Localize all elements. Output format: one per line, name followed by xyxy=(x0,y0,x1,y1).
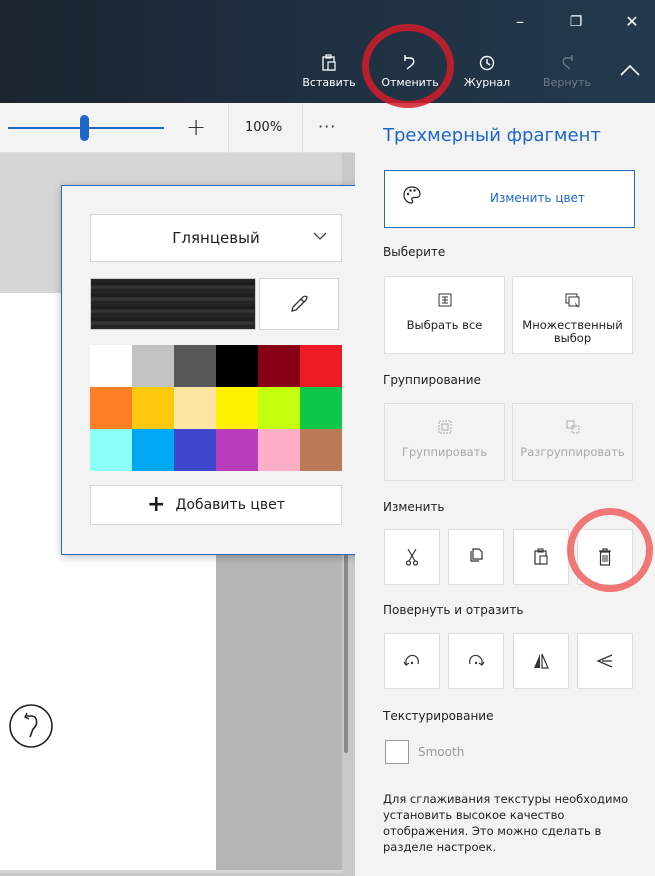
collapse-ribbon-chevron-icon[interactable] xyxy=(619,62,641,78)
color-swatch[interactable] xyxy=(300,345,342,387)
zoom-slider-thumb[interactable] xyxy=(80,115,89,141)
ungroup-button[interactable]: Разгруппировать xyxy=(512,403,633,481)
rotate-right-button[interactable] xyxy=(448,633,504,689)
texture-section-label: Текстурирование xyxy=(383,709,494,723)
eyedropper-button[interactable] xyxy=(259,278,339,330)
multi-select-icon xyxy=(513,293,632,311)
vertical-scrollbar[interactable] xyxy=(344,523,348,753)
edit-color-label: Изменить цвет xyxy=(490,191,585,205)
annotation-circle-undo xyxy=(362,24,454,108)
close-button[interactable]: ✕ xyxy=(612,8,652,36)
rotate-section-label: Повернуть и отразить xyxy=(383,603,524,617)
current-color-swatch xyxy=(90,278,256,330)
restore-button[interactable]: ❐ xyxy=(556,8,596,36)
flip-horizontal-button[interactable] xyxy=(513,633,569,689)
paste-icon xyxy=(300,50,358,76)
color-swatch[interactable] xyxy=(174,345,216,387)
color-swatch[interactable] xyxy=(174,387,216,429)
eyedropper-icon xyxy=(291,295,308,312)
color-palette xyxy=(90,345,342,471)
chevron-down-icon xyxy=(313,232,327,240)
color-swatch[interactable] xyxy=(258,345,300,387)
color-swatch[interactable] xyxy=(300,429,342,471)
select-all-label: Выбрать все xyxy=(406,318,483,332)
edit-color-button[interactable]: Изменить цвет xyxy=(384,170,635,228)
group-button[interactable]: Группировать xyxy=(384,403,505,481)
add-color-button[interactable]: + Добавить цвет xyxy=(90,485,342,525)
color-swatch[interactable] xyxy=(216,345,258,387)
select-all-button[interactable]: Выбрать все xyxy=(384,276,505,354)
panel-title: Трехмерный фрагмент xyxy=(383,125,601,146)
select-all-icon xyxy=(385,293,504,311)
copy-icon xyxy=(470,548,483,562)
palette-icon xyxy=(403,186,421,204)
history-label: Журнал xyxy=(463,76,511,89)
color-swatch[interactable] xyxy=(90,345,132,387)
minimize-button[interactable]: – xyxy=(500,8,540,36)
color-picker-popup: Глянцевый + Добавить цвет xyxy=(61,185,367,555)
divider xyxy=(302,103,303,153)
divider xyxy=(228,103,229,153)
color-swatch[interactable] xyxy=(216,429,258,471)
ungroup-icon xyxy=(513,420,632,438)
3d-selection-panel: Трехмерный фрагмент Изменить цвет Выбери… xyxy=(355,103,655,876)
color-swatch[interactable] xyxy=(300,387,342,429)
rotate-right-icon xyxy=(469,654,485,666)
add-color-label: Добавить цвет xyxy=(175,497,285,513)
color-swatch[interactable] xyxy=(216,387,258,429)
rotate-left-button[interactable] xyxy=(384,633,440,689)
redo-button[interactable]: Вернуть xyxy=(536,50,598,89)
zoom-level[interactable]: 100% xyxy=(245,120,282,135)
redo-icon xyxy=(536,50,598,76)
copy-button[interactable] xyxy=(448,529,504,585)
flip-vertical-button[interactable] xyxy=(577,633,633,689)
texture-note: Для сглаживания текстуры необходимо уста… xyxy=(383,792,629,854)
color-swatch[interactable] xyxy=(90,387,132,429)
color-swatch[interactable] xyxy=(132,345,174,387)
title-bar: – ❐ ✕ Вставить Отменить Журнал Вернуть xyxy=(0,0,655,103)
redo-label: Вернуть xyxy=(543,76,591,89)
cut-button[interactable] xyxy=(384,529,440,585)
color-swatch[interactable] xyxy=(90,429,132,471)
rotate-left-icon xyxy=(403,654,419,666)
multi-select-label: Множественный выбор xyxy=(522,318,623,345)
color-swatch[interactable] xyxy=(258,429,300,471)
more-options-button[interactable]: ··· xyxy=(318,117,336,136)
history-button[interactable]: Журнал xyxy=(458,50,516,89)
group-section-label: Группирование xyxy=(383,373,481,387)
paste-icon xyxy=(534,548,548,565)
color-swatch[interactable] xyxy=(132,387,174,429)
zoom-toolbar: + 100% ··· xyxy=(0,103,355,153)
edit-section-label: Изменить xyxy=(383,500,445,514)
scissors-icon xyxy=(405,548,419,566)
material-finish-dropdown[interactable]: Глянцевый xyxy=(90,214,342,262)
zoom-in-button[interactable]: + xyxy=(186,115,206,139)
multi-select-button[interactable]: Множественный выбор xyxy=(512,276,633,354)
ungroup-label: Разгруппировать xyxy=(520,445,625,459)
color-swatch[interactable] xyxy=(132,429,174,471)
plus-icon: + xyxy=(147,492,166,517)
history-scrubber-icon[interactable] xyxy=(8,703,54,749)
paste-button[interactable]: Вставить xyxy=(300,50,358,89)
color-swatch[interactable] xyxy=(258,387,300,429)
paste-panel-button[interactable] xyxy=(513,529,569,585)
material-finish-value: Глянцевый xyxy=(172,229,260,247)
group-icon xyxy=(385,420,504,438)
smooth-checkbox[interactable] xyxy=(385,740,409,764)
group-label: Группировать xyxy=(401,445,488,459)
paste-label: Вставить xyxy=(302,76,356,89)
flip-horizontal-icon xyxy=(534,653,549,669)
select-section-label: Выберите xyxy=(383,245,446,259)
history-icon xyxy=(458,50,516,76)
flip-vertical-icon xyxy=(596,654,613,668)
color-swatch[interactable] xyxy=(174,429,216,471)
smooth-label: Smooth xyxy=(418,745,465,759)
annotation-circle-delete xyxy=(567,508,653,592)
